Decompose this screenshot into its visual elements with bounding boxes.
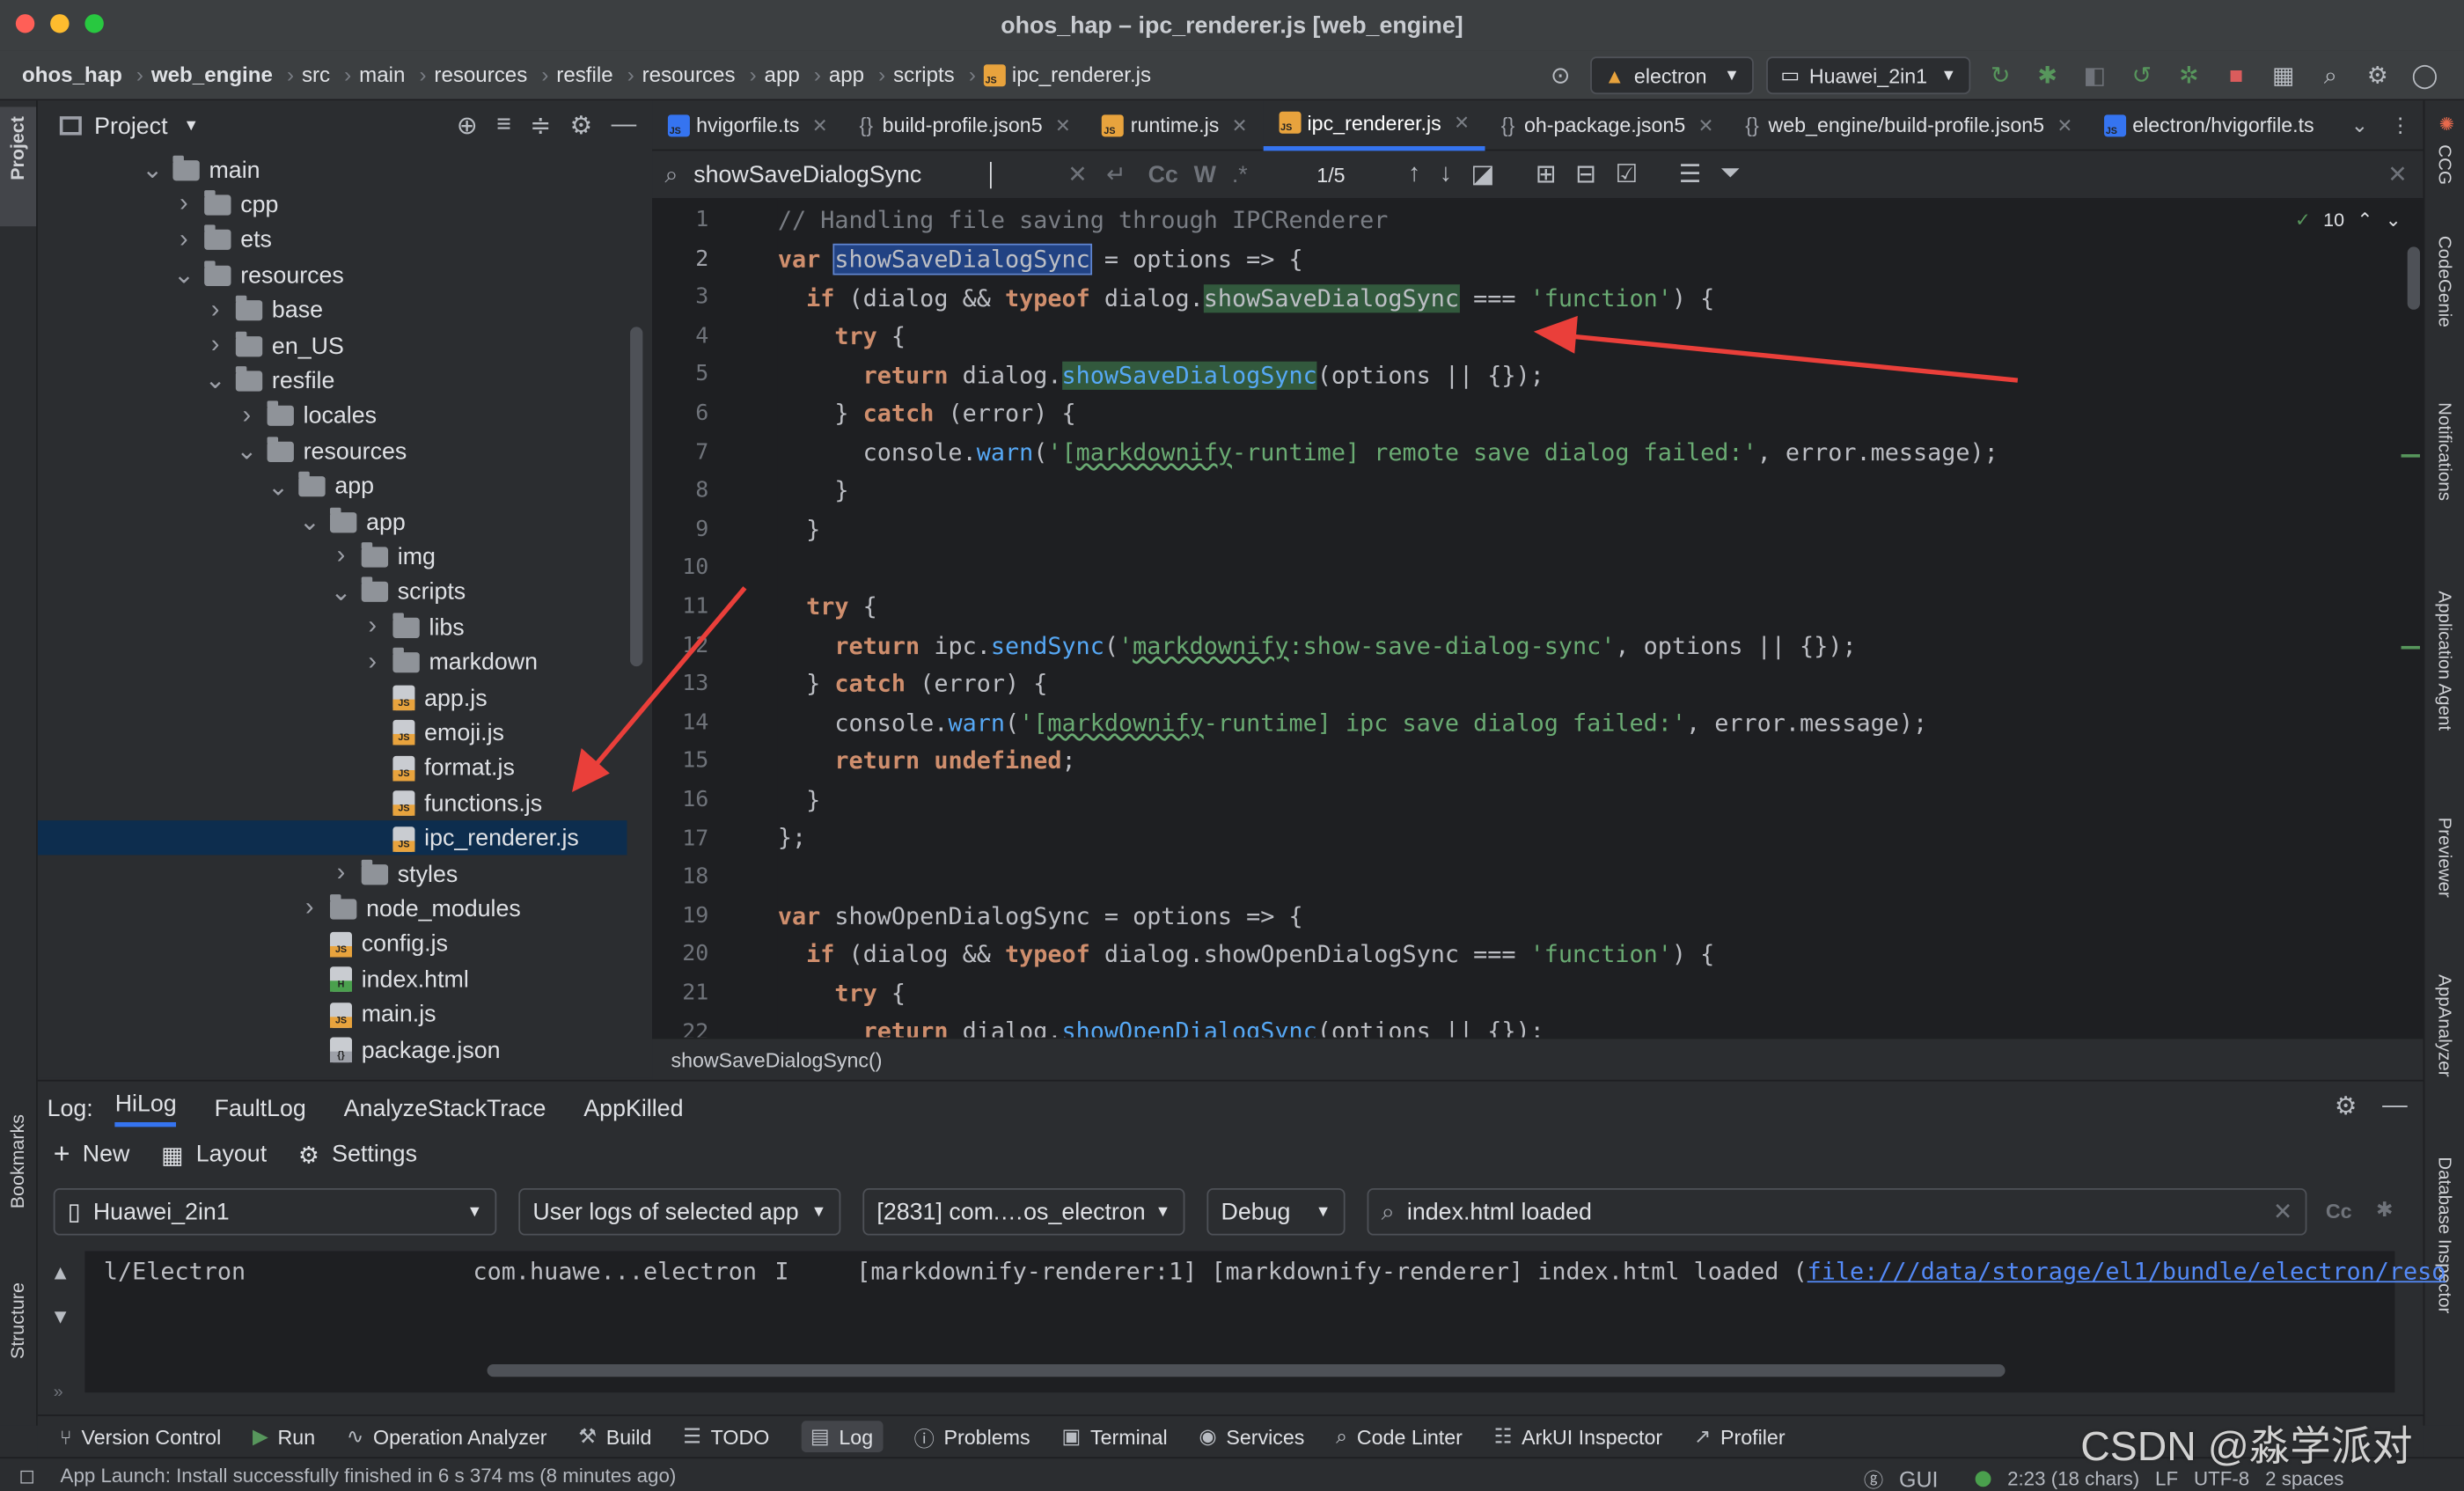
arrow-to-file-annotation <box>571 586 747 792</box>
arrow-to-code-annotation <box>1533 315 2019 383</box>
annotation-arrows <box>571 315 2019 792</box>
